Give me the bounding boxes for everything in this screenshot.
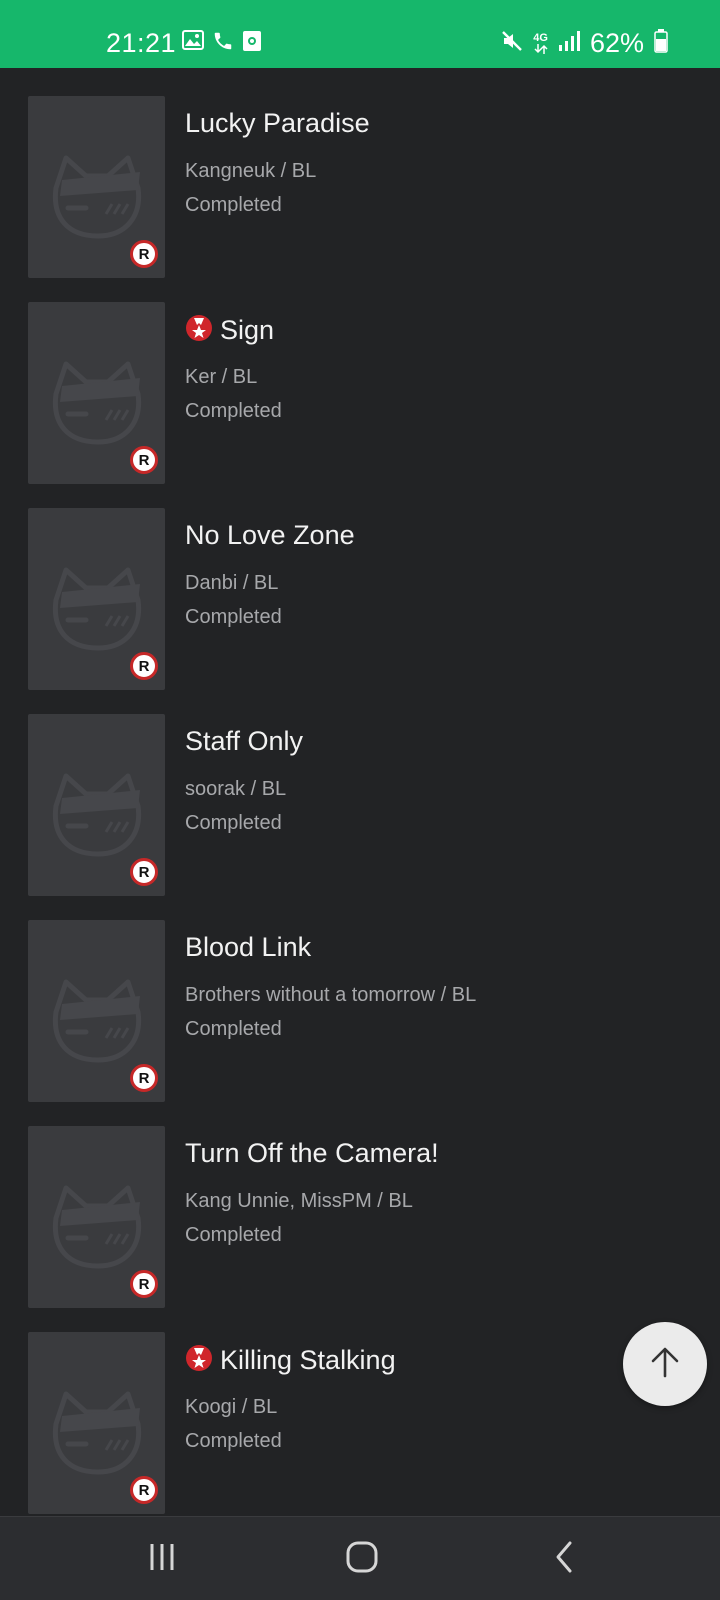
4g-data-icon: 4G: [533, 33, 548, 54]
cat-placeholder-icon: [52, 155, 142, 239]
item-author-genre: Kangneuk / BL: [185, 160, 317, 182]
rating-badge: R: [130, 858, 158, 886]
list-item[interactable]: R No Love Zone Danbi / BL Completed: [0, 480, 720, 690]
item-title: Blood Link: [185, 932, 312, 962]
rating-badge: R: [130, 652, 158, 680]
item-title: Lucky Paradise: [185, 108, 370, 138]
rating-badge: R: [130, 446, 158, 474]
list-item[interactable]: R Lucky Paradise Kangneuk / BL Completed: [0, 68, 720, 278]
cat-placeholder-icon: [52, 361, 142, 445]
item-title: Staff Only: [185, 726, 304, 756]
item-author-genre: Danbi / BL: [185, 572, 279, 594]
cat-placeholder-icon: [52, 567, 142, 651]
home-button[interactable]: [338, 1535, 386, 1583]
home-icon: [345, 1540, 379, 1579]
cover-placeholder: R: [28, 714, 165, 896]
status-time: 21:21: [106, 28, 177, 58]
signal-icon: [558, 30, 580, 57]
item-author-genre: Ker / BL: [185, 366, 258, 388]
navigation-bar: [0, 1516, 720, 1600]
item-author-genre: soorak / BL: [185, 778, 287, 800]
cover-placeholder: R: [28, 96, 165, 278]
award-badge-icon: [185, 1344, 213, 1377]
webtoon-list[interactable]: R Lucky Paradise Kangneuk / BL Completed…: [0, 68, 720, 1516]
item-status: Completed: [185, 1430, 282, 1452]
rating-badge: R: [130, 1476, 158, 1504]
item-status: Completed: [185, 606, 282, 628]
cover-placeholder: R: [28, 1126, 165, 1308]
item-status: Completed: [185, 1018, 282, 1040]
item-status: Completed: [185, 194, 282, 216]
award-badge-icon: [185, 314, 213, 347]
rating-badge: R: [130, 240, 158, 268]
phone-icon: [212, 30, 234, 57]
screen-record-icon: [242, 30, 262, 57]
cover-placeholder: R: [28, 508, 165, 690]
battery-percentage: 62%: [589, 28, 644, 58]
list-item[interactable]: R Sign Ker / BL Completed: [0, 274, 720, 484]
cat-placeholder-icon: [52, 1185, 142, 1269]
item-author-genre: Brothers without a tomorrow / BL: [185, 984, 477, 1006]
item-title: Turn Off the Camera!: [185, 1138, 439, 1168]
item-title: Sign: [220, 315, 275, 345]
gallery-icon: [182, 30, 204, 57]
status-bar: 21:21 4G 62%: [0, 0, 720, 68]
cat-placeholder-icon: [52, 979, 142, 1063]
cover-placeholder: R: [28, 1332, 165, 1514]
cat-placeholder-icon: [52, 773, 142, 857]
item-title: Killing Stalking: [220, 1345, 396, 1375]
item-status: Completed: [185, 812, 282, 834]
recent-apps-icon: [146, 1541, 178, 1578]
rating-badge: R: [130, 1270, 158, 1298]
item-status: Completed: [185, 1224, 282, 1246]
scroll-to-top-button[interactable]: [623, 1322, 707, 1406]
item-author-genre: Kang Unnie, MissPM / BL: [185, 1190, 413, 1212]
battery-icon: [654, 29, 668, 58]
list-item[interactable]: R Blood Link Brothers without a tomorrow…: [0, 892, 720, 1102]
back-button[interactable]: [541, 1535, 589, 1583]
list-item[interactable]: R Turn Off the Camera! Kang Unnie, MissP…: [0, 1098, 720, 1308]
mute-icon: [501, 30, 523, 57]
list-item[interactable]: R Killing Stalking Koogi / BL Completed: [0, 1304, 720, 1514]
list-item[interactable]: R Staff Only soorak / BL Completed: [0, 686, 720, 896]
rating-badge: R: [130, 1064, 158, 1092]
item-status: Completed: [185, 400, 282, 422]
recent-apps-button[interactable]: [138, 1535, 186, 1583]
cat-placeholder-icon: [52, 1391, 142, 1475]
arrow-up-icon: [648, 1345, 682, 1384]
cover-placeholder: R: [28, 302, 165, 484]
back-icon: [550, 1540, 580, 1579]
item-title: No Love Zone: [185, 520, 355, 550]
cover-placeholder: R: [28, 920, 165, 1102]
item-author-genre: Koogi / BL: [185, 1396, 278, 1418]
